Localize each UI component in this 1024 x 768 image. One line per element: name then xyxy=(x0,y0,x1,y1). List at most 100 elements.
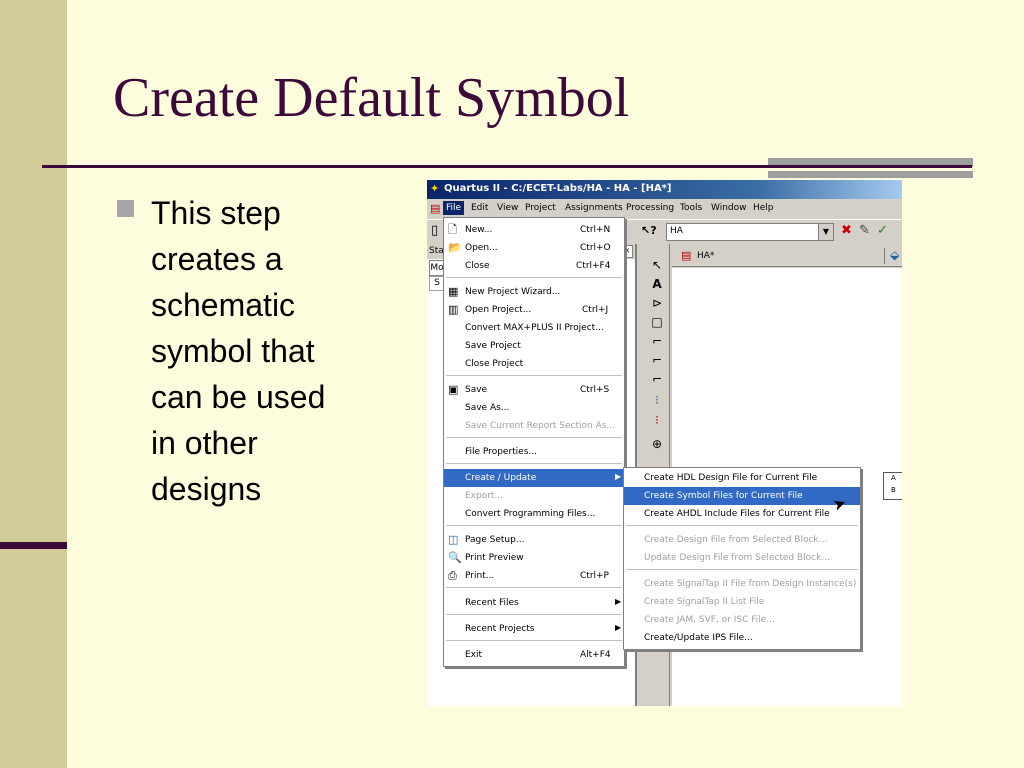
submenu-item-create-jam-svf-isc: Create JAM, SVF, or ISC File... xyxy=(644,615,775,625)
entity-combobox-value: HA xyxy=(670,226,683,236)
submenu-item-create-update-ips[interactable]: Create/Update IPS File... xyxy=(624,629,860,647)
menu-item-save[interactable]: ▣ Save Ctrl+S xyxy=(444,381,624,399)
menu-separator xyxy=(626,569,858,570)
bullet-text: This step creates a schematic symbol tha… xyxy=(151,190,391,512)
menu-tools[interactable]: Tools xyxy=(680,203,702,213)
submenu-item-create-design-from-block: Create Design File from Selected Block..… xyxy=(644,535,828,545)
create-update-submenu: Create HDL Design File for Current File … xyxy=(623,467,861,650)
partial-line-icon[interactable]: ⁝ xyxy=(649,412,665,428)
menu-separator xyxy=(626,525,858,526)
save-icon: ▣ xyxy=(448,383,459,396)
menu-item-save-as[interactable]: Save As... xyxy=(444,399,624,417)
chevron-down-icon[interactable]: ▼ xyxy=(818,224,833,240)
orthogonal-node-icon[interactable]: ⌐ xyxy=(649,333,665,349)
menu-item-open-project[interactable]: ▥ Open Project... Ctrl+J xyxy=(444,301,624,319)
menu-item-page-setup[interactable]: ◫ Page Setup... xyxy=(444,531,624,549)
menu-item-recent-files[interactable]: Recent Files ▶ xyxy=(444,594,624,612)
zoom-tool-icon[interactable]: ⊕ xyxy=(649,436,665,452)
compile-icon[interactable]: ✓ xyxy=(877,223,888,238)
pencil-icon[interactable]: ✎ xyxy=(859,223,870,238)
side-band xyxy=(0,0,67,768)
slide-title: Create Default Symbol xyxy=(113,67,630,129)
symbol-tool-icon[interactable]: ⊳ xyxy=(649,295,665,311)
bullet-line: creates a xyxy=(151,241,283,277)
navigator-icon[interactable]: ⬙ xyxy=(890,248,899,262)
quartus-logo-icon: ✦ xyxy=(430,182,440,195)
menu-item-close[interactable]: Close Ctrl+F4 xyxy=(444,257,624,275)
submenu-item-create-signaltap-list: Create SignalTap II List File xyxy=(644,597,765,607)
bullet-line: in other xyxy=(151,425,258,461)
menu-view[interactable]: View xyxy=(497,203,518,213)
menu-item-new[interactable]: 🗋 New... Ctrl+N xyxy=(444,221,624,239)
submenu-arrow-icon: ▶ xyxy=(615,472,622,481)
block-tool-icon[interactable]: □ xyxy=(649,314,665,330)
window-titlebar[interactable]: ✦ Quartus II - C:/ECET-Labs/HA - HA - [H… xyxy=(427,180,902,199)
menu-item-convert-programming[interactable]: Convert Programming Files... xyxy=(444,505,624,523)
bullet-line: designs xyxy=(151,471,262,507)
menu-item-print-preview[interactable]: 🔍 Print Preview xyxy=(444,549,624,567)
menu-item-recent-projects[interactable]: Recent Projects ▶ xyxy=(444,620,624,638)
new-icon: 🗋 xyxy=(448,223,457,236)
bullet-marker xyxy=(117,200,134,217)
submenu-item-create-signaltap-file: Create SignalTap II File from Design Ins… xyxy=(644,579,857,589)
menu-separator xyxy=(446,614,622,615)
bullet-line: This step xyxy=(151,195,281,231)
menu-help[interactable]: Help xyxy=(753,203,774,213)
menu-item-save-project[interactable]: Save Project xyxy=(444,337,624,355)
selection-tool-icon[interactable]: ↖ xyxy=(649,257,665,273)
submenu-item-create-hdl[interactable]: Create HDL Design File for Current File xyxy=(624,469,860,487)
menu-separator xyxy=(446,640,622,641)
menu-item-save-report-section: Save Current Report Section As... xyxy=(465,421,616,431)
block-symbol[interactable]: A B xyxy=(883,472,902,500)
menu-item-exit[interactable]: Exit Alt+F4 xyxy=(444,646,624,664)
menu-separator xyxy=(446,375,622,376)
decor-bar-bottom xyxy=(768,171,973,178)
menu-item-convert-maxplus[interactable]: Convert MAX+PLUS II Project... xyxy=(444,319,624,337)
bullet-line: schematic xyxy=(151,287,296,323)
quartus-screenshot: ✦ Quartus II - C:/ECET-Labs/HA - HA - [H… xyxy=(427,180,902,706)
conduit-tool-icon[interactable]: ⌐ xyxy=(649,371,665,387)
wizard-icon: ▦ xyxy=(448,285,459,298)
menu-separator xyxy=(446,463,622,464)
document-tab[interactable]: ▤ HA* ⬙ xyxy=(672,246,902,267)
symbol-pin-b: B xyxy=(891,486,896,494)
menu-item-print[interactable]: ⎙ Print... Ctrl+P xyxy=(444,567,624,585)
submenu-item-create-symbol[interactable]: Create Symbol Files for Current File xyxy=(624,487,860,505)
text-tool-icon[interactable]: A xyxy=(649,276,665,292)
open-project-icon: ▥ xyxy=(448,303,459,316)
open-icon: 📂 xyxy=(448,241,462,254)
menu-item-file-properties[interactable]: File Properties... xyxy=(444,443,624,461)
submenu-item-create-ahdl-include[interactable]: Create AHDL Include Files for Current Fi… xyxy=(624,505,860,523)
window-title: Quartus II - C:/ECET-Labs/HA - HA - [HA*… xyxy=(444,183,672,194)
print-icon: ⎙ xyxy=(448,569,457,582)
document-icon: ▤ xyxy=(430,202,441,215)
orthogonal-bus-icon[interactable]: ⌐ xyxy=(649,352,665,368)
schematic-file-icon: ▤ xyxy=(681,249,692,262)
menu-item-create-update[interactable]: Create / Update ▶ xyxy=(444,469,624,487)
menu-window[interactable]: Window xyxy=(711,203,747,213)
submenu-arrow-icon: ▶ xyxy=(615,597,622,606)
symbol-pin-a: A xyxy=(891,474,896,482)
tab-divider xyxy=(884,248,885,264)
rubberband-icon[interactable]: ⁝ xyxy=(649,392,665,408)
menu-separator xyxy=(446,587,622,588)
bullet-line: symbol that xyxy=(151,333,315,369)
menu-item-new-project-wizard[interactable]: ▦ New Project Wizard... xyxy=(444,283,624,301)
page-setup-icon: ◫ xyxy=(448,533,459,546)
menu-item-close-project[interactable]: Close Project xyxy=(444,355,624,373)
project-navigator-title: Sta xyxy=(429,246,444,256)
stop-icon[interactable]: ✖ xyxy=(841,223,852,238)
menu-separator xyxy=(446,437,622,438)
entity-combobox[interactable]: HA ▼ xyxy=(666,223,834,241)
menu-processing[interactable]: Processing xyxy=(626,203,674,213)
menu-item-export: Export... xyxy=(465,491,504,501)
context-help-icon[interactable]: ↖? xyxy=(641,224,657,237)
new-file-icon[interactable]: ▯ xyxy=(431,223,438,238)
menu-project[interactable]: Project xyxy=(525,203,556,213)
menu-edit[interactable]: Edit xyxy=(471,203,488,213)
menu-item-open[interactable]: 📂 Open... Ctrl+O xyxy=(444,239,624,257)
menu-file[interactable]: File xyxy=(443,201,465,215)
print-preview-icon: 🔍 xyxy=(448,551,462,564)
title-rule xyxy=(42,165,972,168)
menu-assignments[interactable]: Assignments xyxy=(565,203,623,213)
